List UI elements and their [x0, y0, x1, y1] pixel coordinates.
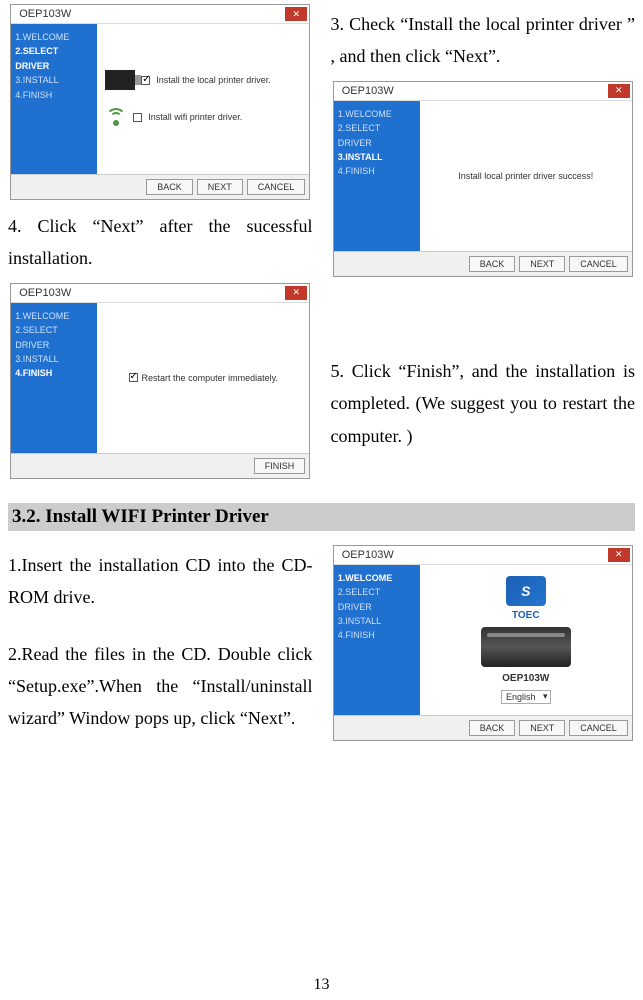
brand-logo: S TOEC — [506, 576, 546, 621]
success-msg: Install local printer driver success! — [458, 171, 593, 181]
close-icon: ✕ — [608, 548, 630, 562]
cancel-button: CANCEL — [569, 256, 628, 272]
titlebar: OEP103W ✕ — [11, 5, 309, 24]
step-finish: 4.FINISH — [15, 366, 93, 380]
step4-text: 4. Click “Next” after the sucessful inst… — [8, 210, 313, 275]
installer-screenshot-finish: OEP103W ✕ 1.WELCOME 2.SELECT DRIVER 3.IN… — [10, 283, 310, 479]
window-title: OEP103W — [19, 8, 71, 20]
wifi-step1-text: 1.Insert the installation CD into the CD… — [8, 549, 313, 614]
usb-icon — [105, 70, 135, 90]
back-button: BACK — [469, 720, 516, 736]
local-driver-option: Install the local printer driver. — [105, 70, 301, 90]
local-checkbox — [141, 76, 150, 85]
main-panel: Install the local printer driver. Instal… — [97, 24, 309, 174]
restart-checkbox — [129, 373, 138, 382]
titlebar: OEP103W ✕ — [334, 546, 632, 565]
close-icon: ✕ — [285, 286, 307, 300]
main-panel: Install local printer driver success! — [420, 101, 632, 251]
next-button: NEXT — [519, 720, 565, 736]
step-welcome: 1.WELCOME — [15, 30, 93, 44]
close-icon: ✕ — [608, 84, 630, 98]
wifi-driver-option: Install wifi printer driver. — [105, 106, 301, 128]
restart-label: Restart the computer immediately. — [142, 373, 278, 383]
step-select-driver: 2.SELECT DRIVER — [338, 121, 416, 150]
installer-screenshot-welcome: OEP103W ✕ 1.WELCOME 2.SELECT DRIVER 3.IN… — [333, 545, 633, 741]
cancel-button: CANCEL — [247, 179, 306, 195]
step-finish: 4.FINISH — [15, 88, 93, 102]
step-install: 3.INSTALL — [338, 150, 416, 164]
step-sidebar: 1.WELCOME 2.SELECT DRIVER 3.INSTALL 4.FI… — [334, 101, 420, 251]
step-finish: 4.FINISH — [338, 628, 416, 642]
window-title: OEP103W — [19, 287, 71, 299]
step-select-driver: 2.SELECT DRIVER — [338, 585, 416, 614]
wifi-step2-text: 2.Read the files in the CD. Double click… — [8, 638, 313, 735]
next-button: NEXT — [197, 179, 243, 195]
step-select-driver: 2.SELECT DRIVER — [15, 323, 93, 352]
section-heading: 3.2. Install WIFI Printer Driver — [8, 503, 635, 531]
step-finish: 4.FINISH — [338, 164, 416, 178]
wifi-icon — [105, 106, 127, 128]
back-button: BACK — [146, 179, 193, 195]
finish-button: FINISH — [254, 458, 306, 474]
step-sidebar: 1.WELCOME 2.SELECT DRIVER 3.INSTALL 4.FI… — [334, 565, 420, 715]
footer: BACK NEXT CANCEL — [334, 715, 632, 740]
step-welcome: 1.WELCOME — [338, 107, 416, 121]
step-select-driver: 2.SELECT DRIVER — [15, 44, 93, 73]
next-button: NEXT — [519, 256, 565, 272]
installer-screenshot-select-driver: OEP103W ✕ 1.WELCOME 2.SELECT DRIVER 3.IN… — [10, 4, 310, 200]
step3-text: 3. Check “Install the local printer driv… — [331, 8, 636, 73]
cancel-button: CANCEL — [569, 720, 628, 736]
titlebar: OEP103W ✕ — [334, 82, 632, 101]
footer: FINISH — [11, 453, 309, 478]
main-panel: S TOEC OEP103W English — [420, 565, 632, 715]
step-install: 3.INSTALL — [15, 73, 93, 87]
brand-label: TOEC — [512, 610, 540, 621]
toec-logo-icon: S — [506, 576, 546, 606]
window-title: OEP103W — [342, 549, 394, 561]
step-welcome: 1.WELCOME — [15, 309, 93, 323]
window-title: OEP103W — [342, 85, 394, 97]
main-panel: Restart the computer immediately. — [97, 303, 309, 453]
step-sidebar: 1.WELCOME 2.SELECT DRIVER 3.INSTALL 4.FI… — [11, 303, 97, 453]
titlebar: OEP103W ✕ — [11, 284, 309, 303]
footer: BACK NEXT CANCEL — [334, 251, 632, 276]
close-icon: ✕ — [285, 7, 307, 21]
language-select: English — [501, 690, 551, 704]
wifi-checkbox — [133, 113, 142, 122]
back-button: BACK — [469, 256, 516, 272]
footer: BACK NEXT CANCEL — [11, 174, 309, 199]
step-install: 3.INSTALL — [338, 614, 416, 628]
step5-text: 5. Click “Finish”, and the installation … — [331, 355, 636, 452]
step-install: 3.INSTALL — [15, 352, 93, 366]
step-sidebar: 1.WELCOME 2.SELECT DRIVER 3.INSTALL 4.FI… — [11, 24, 97, 174]
wifi-driver-label: Install wifi printer driver. — [148, 112, 242, 122]
installer-screenshot-install-success: OEP103W ✕ 1.WELCOME 2.SELECT DRIVER 3.IN… — [333, 81, 633, 277]
step-welcome: 1.WELCOME — [338, 571, 416, 585]
language-value: English — [506, 692, 536, 702]
printer-image — [481, 627, 571, 667]
local-driver-label: Install the local printer driver. — [156, 75, 271, 85]
model-label: OEP103W — [502, 673, 549, 684]
page-number: 13 — [314, 976, 330, 994]
